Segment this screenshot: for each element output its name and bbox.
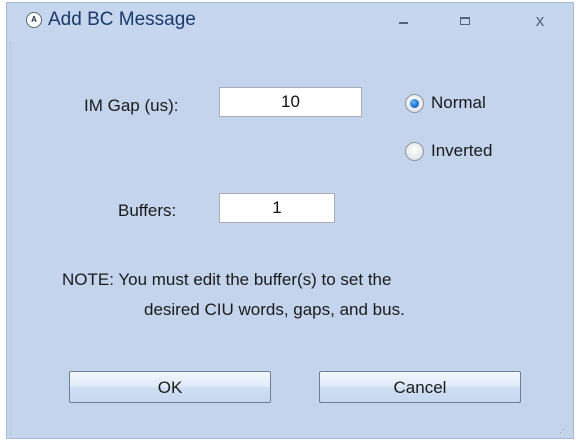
window-title: Add BC Message	[48, 9, 196, 30]
radio-inverted[interactable]: Inverted	[405, 141, 492, 161]
note-line-1: NOTE: You must edit the buffer(s) to set…	[62, 270, 392, 289]
note-line-2: desired CIU words, gaps, and bus.	[144, 300, 405, 319]
ok-button[interactable]: OK	[69, 371, 271, 403]
maximize-button[interactable]	[450, 9, 480, 33]
buffers-label: Buffers:	[118, 201, 177, 220]
note-text: NOTE: You must edit the buffer(s) to set…	[62, 265, 405, 325]
radio-inverted-label[interactable]: Inverted	[431, 141, 492, 161]
minimize-button[interactable]	[388, 9, 418, 33]
radio-normal-circle[interactable]	[405, 93, 424, 113]
radio-normal[interactable]: Normal	[405, 93, 486, 113]
resize-grip-icon[interactable]: ⋰	[559, 424, 569, 434]
maximize-icon	[460, 17, 470, 25]
radio-inverted-circle[interactable]	[405, 141, 424, 161]
im-gap-label: IM Gap (us):	[84, 96, 179, 115]
cancel-button[interactable]: Cancel	[319, 371, 521, 403]
minimize-icon	[399, 22, 408, 24]
app-logo-icon[interactable]: A	[26, 12, 42, 28]
close-icon: x	[535, 11, 545, 30]
buffers-input[interactable]	[219, 193, 335, 223]
radio-normal-label[interactable]: Normal	[431, 93, 486, 113]
dialog-body: IM Gap (us): Normal Inverted Buffers: NO…	[10, 41, 571, 436]
title-bar[interactable]: A Add BC Message x	[7, 3, 573, 41]
close-button[interactable]: x	[525, 9, 555, 33]
dialog-window: A Add BC Message x IM Gap (us): Normal I…	[6, 2, 574, 439]
im-gap-input[interactable]	[219, 87, 362, 117]
